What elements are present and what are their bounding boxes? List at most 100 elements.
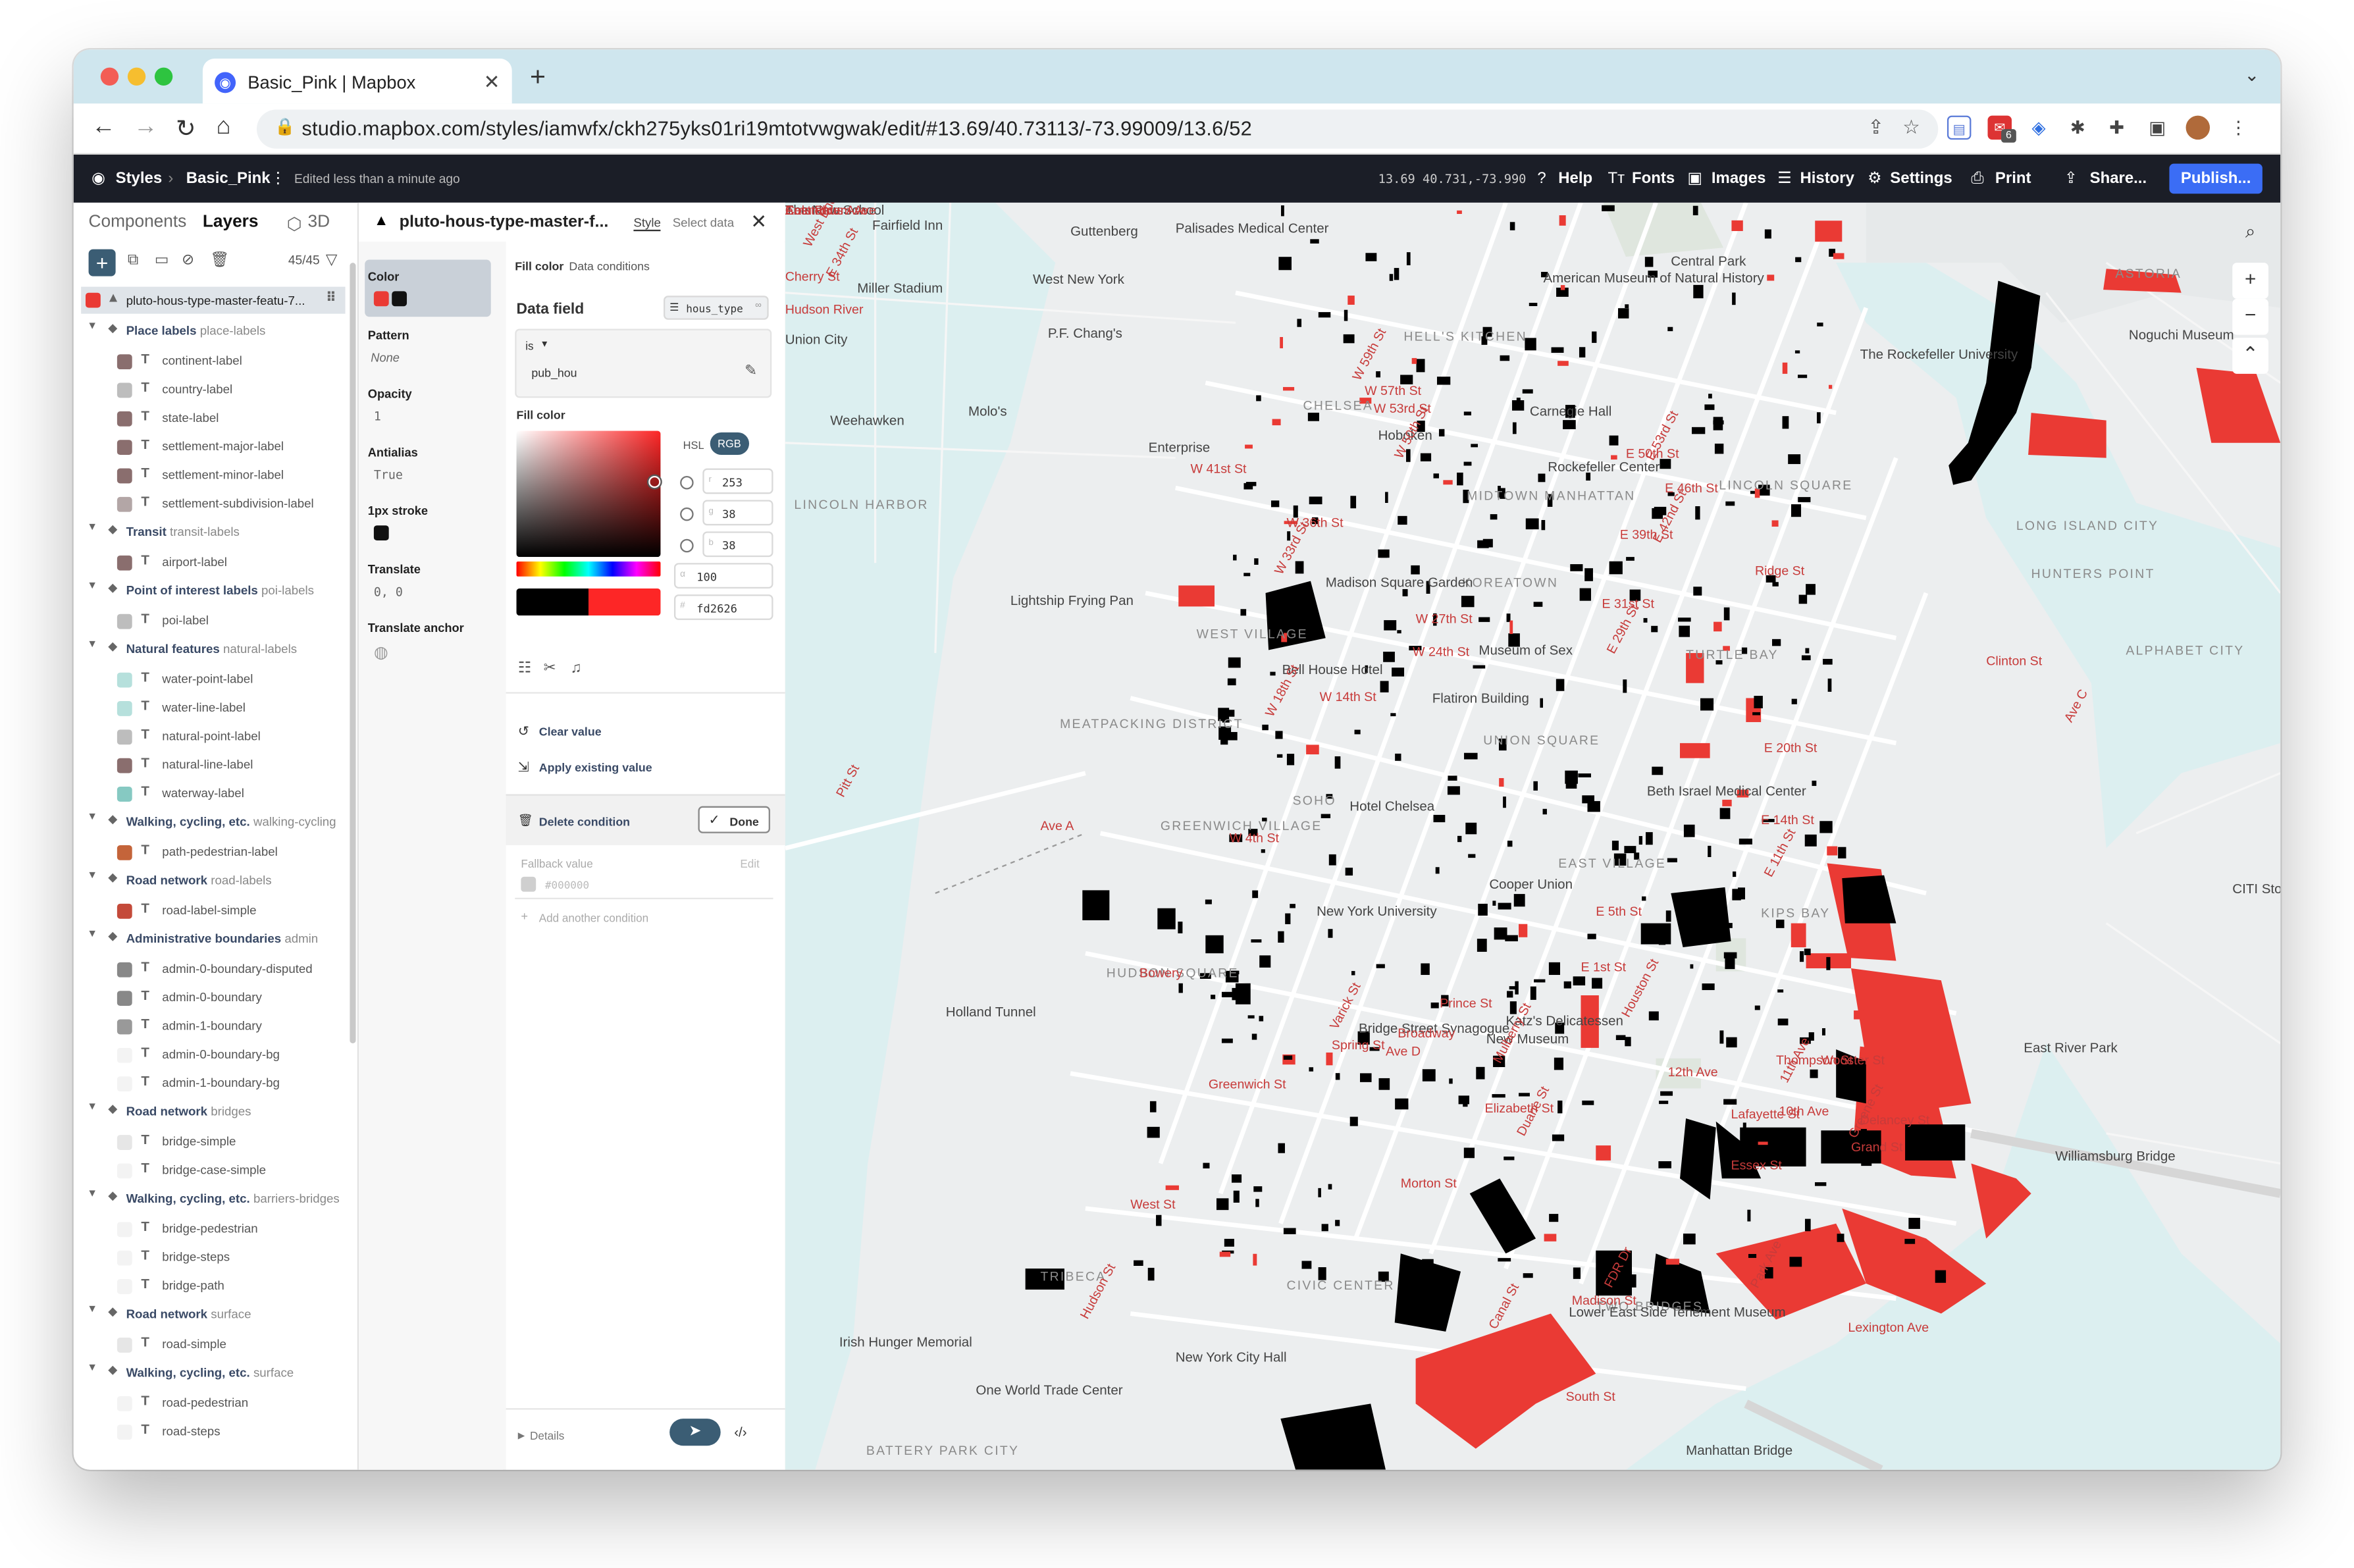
- tab-fill-color[interactable]: Fill color: [515, 260, 563, 274]
- edit-pencil-icon[interactable]: ✎: [745, 363, 757, 380]
- details-toggle[interactable]: Details: [530, 1429, 564, 1443]
- eyedropper-icon[interactable]: ✂: [544, 660, 556, 677]
- layer-title[interactable]: pluto-hous-type-master-f...: [400, 213, 609, 231]
- add-condition-button[interactable]: Add another condition: [539, 911, 648, 925]
- asterisk-extension-icon[interactable]: ✱: [2066, 116, 2089, 140]
- alpha-input[interactable]: α 100: [673, 563, 773, 588]
- delete-layer-icon[interactable]: 🗑: [210, 252, 229, 269]
- operator-chevron-icon[interactable]: ▾: [542, 338, 547, 350]
- prop-translate[interactable]: Translate: [368, 563, 421, 577]
- condition-value[interactable]: pub_hou: [531, 366, 577, 380]
- hue-slider[interactable]: [516, 561, 661, 577]
- minimize-window-button[interactable]: [127, 67, 146, 86]
- prop-antialias[interactable]: Antialias: [368, 446, 418, 459]
- layer-item[interactable]: Tbridge-steps: [81, 1243, 345, 1271]
- home-icon[interactable]: ⌂: [216, 114, 230, 141]
- group-collapse-icon[interactable]: ▼: [87, 640, 97, 650]
- help-button[interactable]: Help: [1558, 170, 1592, 188]
- layer-item[interactable]: Tadmin-1-boundary: [81, 1012, 345, 1040]
- shuffle-icon[interactable]: ♫: [571, 660, 582, 677]
- hex-input[interactable]: # fd2626: [673, 594, 773, 620]
- group-collapse-icon[interactable]: ▼: [87, 871, 97, 881]
- bookmark-star-icon[interactable]: ☆: [1902, 116, 1920, 140]
- tab-list-chevron-icon[interactable]: ⌄: [2244, 65, 2259, 86]
- g-input[interactable]: g 38: [702, 500, 773, 526]
- compass-button[interactable]: ⌃: [2232, 338, 2268, 374]
- layer-item[interactable]: Tbridge-simple: [81, 1128, 345, 1156]
- history-button[interactable]: History: [1800, 170, 1854, 188]
- layer-group[interactable]: ▼ ◆ Point of interest labels poi-labels: [81, 577, 345, 605]
- group-collapse-icon[interactable]: ▼: [87, 581, 97, 592]
- clear-value-button[interactable]: Clear value: [539, 725, 602, 739]
- layer-item[interactable]: Tsettlement-major-label: [81, 432, 345, 461]
- mapbox-logo-icon[interactable]: ◉: [92, 170, 105, 188]
- layer-item[interactable]: Tadmin-0-boundary-disputed: [81, 954, 345, 983]
- layer-item[interactable]: Tbridge-pedestrian: [81, 1215, 345, 1243]
- b-radio[interactable]: [680, 538, 694, 553]
- layer-item[interactable]: Tnatural-point-label: [81, 722, 345, 750]
- group-collapse-icon[interactable]: ▼: [87, 929, 97, 940]
- mode-rgb[interactable]: RGB: [710, 432, 749, 456]
- delete-condition-button[interactable]: Delete condition: [539, 815, 630, 829]
- hide-layer-icon[interactable]: ⊘: [182, 252, 194, 269]
- group-collapse-icon[interactable]: ▼: [87, 812, 97, 823]
- group-collapse-icon[interactable]: ▼: [87, 523, 97, 533]
- tab-3d[interactable]: 3D: [308, 213, 330, 231]
- tab-select-data[interactable]: Select data: [673, 216, 734, 230]
- saturation-picker[interactable]: [516, 431, 661, 558]
- layer-item[interactable]: Tsettlement-subdivision-label: [81, 489, 345, 517]
- g-radio[interactable]: [680, 507, 694, 521]
- layer-item[interactable]: Tadmin-0-boundary-bg: [81, 1040, 345, 1068]
- layer-group[interactable]: ▼ ◆ Road network bridges: [81, 1097, 345, 1126]
- drag-handle-icon[interactable]: ⠿: [326, 290, 336, 306]
- fonts-button[interactable]: Fonts: [1632, 170, 1675, 188]
- layers-scrollbar[interactable]: [350, 263, 356, 1044]
- doc-extension-icon[interactable]: ▤: [1947, 115, 1972, 140]
- prop-1px-stroke[interactable]: 1px stroke: [368, 504, 428, 518]
- layer-item[interactable]: Tbridge-path: [81, 1272, 345, 1300]
- layer-group[interactable]: ▼ ◆ Walking, cycling, etc. barriers-bridge…: [81, 1184, 345, 1213]
- new-tab-button[interactable]: +: [530, 62, 546, 93]
- layer-item[interactable]: Tsettlement-minor-label: [81, 461, 345, 489]
- style-menu-icon[interactable]: ⋮: [271, 170, 286, 188]
- selected-layer[interactable]: ▲ pluto-hous-type-master-featu-7... ⠿: [81, 286, 346, 314]
- data-field-select[interactable]: ☰ hous_type ∞: [664, 296, 769, 320]
- group-collapse-icon[interactable]: ▼: [87, 1305, 97, 1315]
- prop-color[interactable]: Color: [368, 271, 400, 284]
- layer-group[interactable]: ▼ ◆ Transit transit-labels: [81, 518, 345, 546]
- layer-item[interactable]: Tcontinent-label: [81, 347, 345, 375]
- profile-avatar[interactable]: [2185, 115, 2210, 140]
- swatches-icon[interactable]: ☷: [518, 660, 531, 677]
- color-property-selected[interactable]: [365, 259, 491, 317]
- breadcrumb-styles[interactable]: Styles: [116, 170, 163, 188]
- images-button[interactable]: Images: [1712, 170, 1766, 188]
- tab-style[interactable]: Style: [633, 216, 661, 232]
- layer-item[interactable]: Tadmin-0-boundary: [81, 983, 345, 1012]
- reload-icon[interactable]: ↻: [176, 114, 196, 144]
- forward-icon[interactable]: →: [134, 114, 157, 141]
- style-name[interactable]: Basic_Pink: [186, 170, 271, 188]
- done-button[interactable]: ✓ Done: [698, 806, 770, 833]
- pointer-mode-button[interactable]: ➤: [669, 1419, 721, 1446]
- print-button[interactable]: Print: [1995, 170, 2031, 188]
- back-icon[interactable]: ←: [92, 114, 115, 141]
- layer-item[interactable]: Tbridge-case-simple: [81, 1156, 345, 1184]
- layer-item[interactable]: Twaterway-label: [81, 779, 345, 808]
- folder-icon[interactable]: ▭: [155, 252, 169, 269]
- layer-item[interactable]: Tpoi-label: [81, 606, 345, 635]
- group-collapse-icon[interactable]: ▼: [87, 1102, 97, 1112]
- layer-item[interactable]: Tairport-label: [81, 548, 345, 576]
- details-chevron-icon[interactable]: ▶: [518, 1430, 525, 1442]
- r-radio[interactable]: [680, 475, 694, 490]
- group-collapse-icon[interactable]: ▼: [87, 1189, 97, 1199]
- group-collapse-icon[interactable]: ▼: [87, 321, 97, 332]
- is-operator[interactable]: is: [525, 339, 533, 353]
- share-button[interactable]: Share...: [2090, 170, 2147, 188]
- layer-item[interactable]: Tstate-label: [81, 404, 345, 432]
- map-search-icon[interactable]: ⌕: [2232, 215, 2268, 251]
- layer-group[interactable]: ▼ ◆ Administrative boundaries admin: [81, 925, 345, 953]
- prop-opacity[interactable]: Opacity: [368, 387, 412, 401]
- maximize-window-button[interactable]: [154, 67, 173, 86]
- browser-tab[interactable]: ◉ Basic_Pink | Mapbox ✕: [202, 58, 512, 104]
- layer-item[interactable]: Tpath-pedestrian-label: [81, 838, 345, 866]
